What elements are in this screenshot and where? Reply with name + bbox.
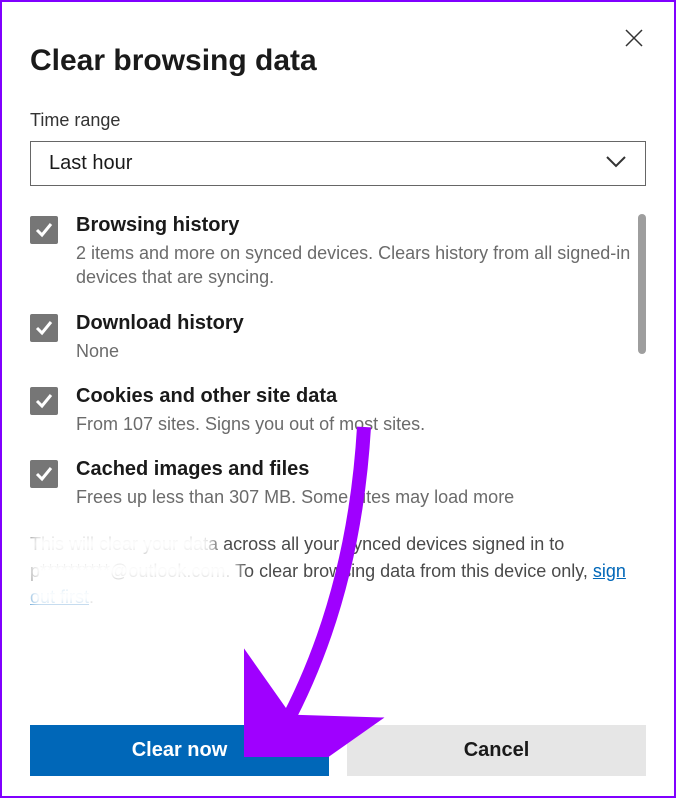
dialog-title: Clear browsing data (30, 44, 646, 78)
item-title: Cookies and other site data (76, 385, 632, 408)
redaction-overlay (30, 557, 238, 583)
item-desc: None (76, 339, 632, 363)
list-item: Cached images and files Frees up less th… (30, 458, 646, 509)
redaction-overlay (30, 531, 214, 557)
checkbox-browsing-history[interactable] (30, 216, 58, 244)
list-item: Browsing history 2 items and more on syn… (30, 214, 646, 290)
checkbox-cookies[interactable] (30, 387, 58, 415)
item-desc: Frees up less than 307 MB. Some sites ma… (76, 485, 632, 509)
checkbox-cached[interactable] (30, 460, 58, 488)
chevron-down-icon (605, 152, 627, 175)
list-item: Download history None (30, 312, 646, 363)
item-desc: From 107 sites. Signs you out of most si… (76, 412, 632, 436)
scrollbar-thumb[interactable] (638, 214, 646, 354)
checkbox-download-history[interactable] (30, 314, 58, 342)
list-item: Cookies and other site data From 107 sit… (30, 385, 646, 436)
sync-info-text: This will clear your data across all you… (30, 531, 646, 609)
clear-now-button[interactable]: Clear now (30, 725, 329, 776)
time-range-value: Last hour (49, 152, 132, 175)
redaction-overlay (30, 583, 156, 609)
item-desc: 2 items and more on synced devices. Clea… (76, 241, 632, 290)
item-title: Download history (76, 312, 632, 335)
time-range-select[interactable]: Last hour (30, 141, 646, 186)
item-title: Browsing history (76, 214, 632, 237)
time-range-label: Time range (30, 110, 646, 131)
item-title: Cached images and files (76, 458, 632, 481)
cancel-button[interactable]: Cancel (347, 725, 646, 776)
